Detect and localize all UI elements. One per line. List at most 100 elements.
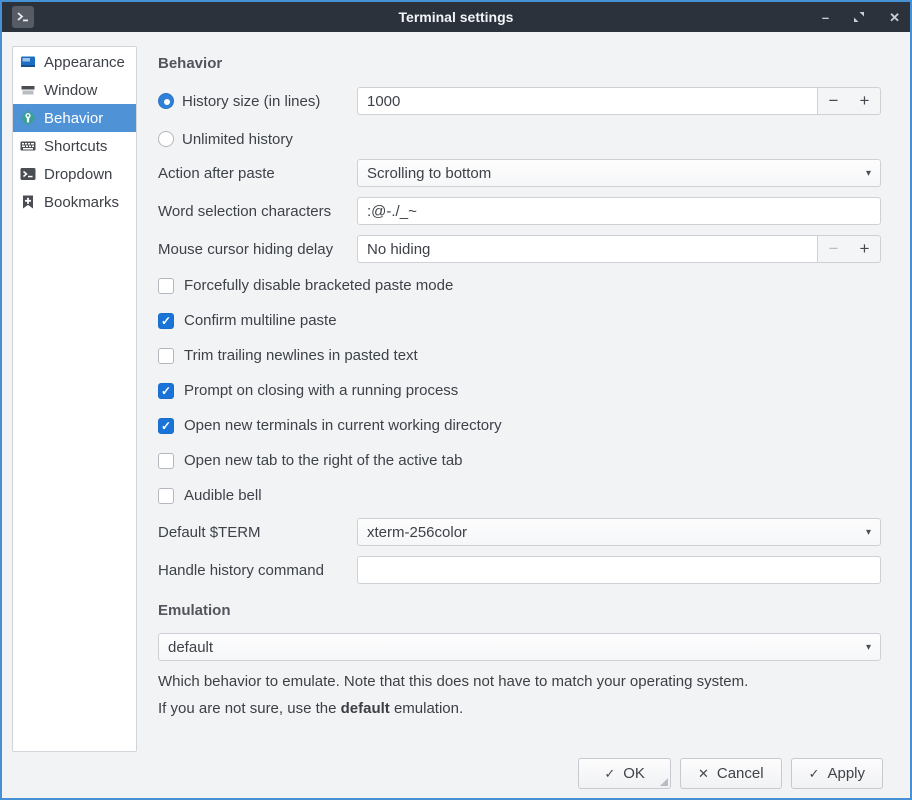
check-icon: ✓ <box>809 766 820 782</box>
check-icon: ✓ <box>161 385 171 397</box>
titlebar: Terminal settings – ✕ <box>2 2 910 32</box>
bracketed-paste-checkbox[interactable]: ✓ <box>158 278 174 294</box>
sidebar-item-bookmarks[interactable]: Bookmarks <box>13 188 136 216</box>
emulation-note-2: If you are not sure, use the default emu… <box>158 700 881 717</box>
sidebar-item-label: Bookmarks <box>44 194 119 211</box>
emulation-dropdown[interactable]: default ▾ <box>158 633 881 661</box>
prompt-on-closing-label[interactable]: Prompt on closing with a running process <box>184 382 458 399</box>
open-in-cwd-checkbox-row: ✓ Open new terminals in current working … <box>158 417 881 434</box>
bracketed-paste-checkbox-row: ✓ Forcefully disable bracketed paste mod… <box>158 277 881 294</box>
cancel-button-label: Cancel <box>717 765 764 782</box>
default-term-dropdown[interactable]: xterm-256color ▾ <box>357 518 881 546</box>
chevron-down-icon: ▾ <box>866 527 871 538</box>
terminal-icon <box>20 166 36 182</box>
close-button[interactable]: ✕ <box>889 11 900 24</box>
mouse-cursor-delay-spinbox: − + <box>357 235 881 263</box>
history-size-spinbox: − + <box>357 87 881 115</box>
unlimited-history-radio[interactable] <box>158 131 174 147</box>
chevron-down-icon: ▾ <box>866 168 871 179</box>
mouse-cursor-delay-label: Mouse cursor hiding delay <box>158 241 357 258</box>
history-size-spin-buttons: − + <box>817 87 881 115</box>
trim-newlines-label[interactable]: Trim trailing newlines in pasted text <box>184 347 418 364</box>
mouse-cursor-delay-spin-buttons: − + <box>817 235 881 263</box>
default-term-row: Default $TERM xterm-256color ▾ <box>158 518 881 546</box>
window-controls: – ✕ <box>822 11 900 24</box>
history-size-label[interactable]: History size (in lines) <box>182 93 320 110</box>
bookmark-plus-icon <box>20 194 36 210</box>
unlimited-history-label[interactable]: Unlimited history <box>182 131 293 148</box>
history-size-input[interactable] <box>357 87 817 115</box>
apply-button[interactable]: ✓ Apply <box>791 758 883 789</box>
maximize-icon <box>853 11 865 23</box>
check-icon: ✓ <box>604 766 615 782</box>
trim-newlines-checkbox[interactable]: ✓ <box>158 348 174 364</box>
gear-wrench-icon <box>20 110 36 126</box>
apply-button-label: Apply <box>827 765 865 782</box>
mouse-cursor-delay-increment-button[interactable]: + <box>849 236 880 262</box>
ok-button[interactable]: ✓ OK <box>578 758 671 789</box>
history-size-increment-button[interactable]: + <box>849 88 880 114</box>
bracketed-paste-label[interactable]: Forcefully disable bracketed paste mode <box>184 277 453 294</box>
terminal-glyph <box>15 9 31 25</box>
action-after-paste-row: Action after paste Scrolling to bottom ▾ <box>158 159 881 187</box>
history-size-decrement-button[interactable]: − <box>818 88 849 114</box>
mouse-cursor-delay-row: Mouse cursor hiding delay − + <box>158 235 881 263</box>
open-tab-right-label[interactable]: Open new tab to the right of the active … <box>184 452 463 469</box>
handle-history-input[interactable] <box>357 556 881 584</box>
window-title: Terminal settings <box>2 9 910 25</box>
terminal-app-icon[interactable] <box>12 6 34 28</box>
confirm-multiline-checkbox[interactable]: ✓ <box>158 313 174 329</box>
sidebar-item-dropdown[interactable]: Dropdown <box>13 160 136 188</box>
mouse-cursor-delay-input[interactable] <box>357 235 817 263</box>
emulation-note-1: Which behavior to emulate. Note that thi… <box>158 673 881 690</box>
open-in-cwd-checkbox[interactable]: ✓ <box>158 418 174 434</box>
audible-bell-checkbox-row: ✓ Audible bell <box>158 487 881 504</box>
default-term-value: xterm-256color <box>367 524 866 541</box>
cancel-button[interactable]: ✕ Cancel <box>680 758 782 789</box>
audible-bell-checkbox[interactable]: ✓ <box>158 488 174 504</box>
sidebar-item-shortcuts[interactable]: Shortcuts <box>13 132 136 160</box>
default-term-label: Default $TERM <box>158 524 357 541</box>
behavior-settings-panel: Behavior History size (in lines) − + Unl… <box>158 46 881 717</box>
trim-newlines-checkbox-row: ✓ Trim trailing newlines in pasted text <box>158 347 881 364</box>
confirm-multiline-label[interactable]: Confirm multiline paste <box>184 312 337 329</box>
sidebar-item-behavior[interactable]: Behavior <box>13 104 136 132</box>
sidebar-item-window[interactable]: Window <box>13 76 136 104</box>
audible-bell-label[interactable]: Audible bell <box>184 487 262 504</box>
action-after-paste-dropdown[interactable]: Scrolling to bottom ▾ <box>357 159 881 187</box>
minimize-button[interactable]: – <box>822 11 829 24</box>
unlimited-history-row: Unlimited history <box>158 129 881 149</box>
check-icon: ✓ <box>161 315 171 327</box>
emulation-note-2-suffix: emulation. <box>390 700 463 717</box>
ok-button-label: OK <box>623 765 645 782</box>
sidebar-item-label: Appearance <box>44 54 125 71</box>
action-after-paste-label: Action after paste <box>158 165 357 182</box>
dialog-footer: ✓ OK ✕ Cancel ✓ Apply <box>578 758 883 789</box>
sidebar-item-label: Window <box>44 82 97 99</box>
settings-category-sidebar: Appearance Window <box>12 46 137 752</box>
sidebar-item-label: Behavior <box>44 110 103 127</box>
sidebar-item-label: Dropdown <box>44 166 112 183</box>
emulation-section-heading: Emulation <box>158 602 881 619</box>
history-size-row: History size (in lines) − + <box>158 87 881 115</box>
emulation-note-2-bold: default <box>341 700 390 717</box>
confirm-multiline-checkbox-row: ✓ Confirm multiline paste <box>158 312 881 329</box>
action-after-paste-value: Scrolling to bottom <box>367 165 866 182</box>
sidebar-item-label: Shortcuts <box>44 138 107 155</box>
open-tab-right-checkbox[interactable]: ✓ <box>158 453 174 469</box>
prompt-on-closing-checkbox[interactable]: ✓ <box>158 383 174 399</box>
history-size-radio[interactable] <box>158 93 174 109</box>
sidebar-item-appearance[interactable]: Appearance <box>13 48 136 76</box>
prompt-on-closing-checkbox-row: ✓ Prompt on closing with a running proce… <box>158 382 881 399</box>
maximize-button[interactable] <box>853 11 865 23</box>
open-in-cwd-label[interactable]: Open new terminals in current working di… <box>184 417 502 434</box>
display-icon <box>20 54 36 70</box>
behavior-section-heading: Behavior <box>158 55 881 72</box>
window-icon <box>20 82 36 98</box>
emulation-note-2-prefix: If you are not sure, use the <box>158 700 341 717</box>
terminal-settings-window: Terminal settings – ✕ Appearance <box>0 0 912 800</box>
open-tab-right-checkbox-row: ✓ Open new tab to the right of the activ… <box>158 452 881 469</box>
handle-history-row: Handle history command <box>158 556 881 584</box>
mouse-cursor-delay-decrement-button[interactable]: − <box>818 236 849 262</box>
word-selection-input[interactable] <box>357 197 881 225</box>
